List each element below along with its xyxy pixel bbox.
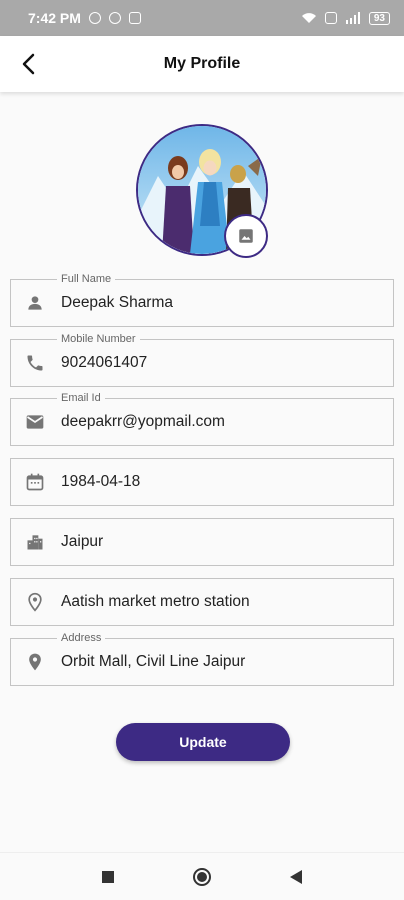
phone-icon [11,340,59,386]
email-icon [11,399,59,445]
city-value: Jaipur [61,533,104,550]
address-field[interactable]: Address Orbit Mall, Civil Line Jaipur [10,631,394,686]
address-value: Orbit Mall, Civil Line Jaipur [61,653,246,670]
back-arrow-icon [22,53,35,75]
page-title: My Profile [163,55,241,72]
status-left: 7:42 PM [28,10,141,26]
avatar-container [136,124,268,258]
system-nav-bar [0,852,404,900]
landmark-value: Aatish market metro station [61,593,250,610]
person-icon [11,280,59,326]
wifi-icon [301,13,316,23]
location-outline-icon [11,579,59,625]
dob-value: 1984-04-18 [61,473,141,490]
battery-indicator: 93 [368,11,390,25]
change-photo-button[interactable] [224,214,268,258]
back-button[interactable] [8,44,48,84]
square-icon [102,870,114,883]
full-name-label: Full Name [57,272,116,286]
calendar-icon [11,459,59,505]
landmark-field[interactable]: Aatish market metro station [10,578,394,626]
recents-button[interactable] [96,865,120,889]
image-icon [239,229,253,243]
full-name-value: Deepak Sharma [61,294,174,311]
location-filled-icon [11,639,59,685]
status-right: 93 [301,11,390,25]
email-value: deepakrr@yopmail.com [61,413,225,430]
mobile-number-value: 9024061407 [61,354,148,371]
signal-icon [345,12,360,24]
full-name-field[interactable]: Full Name Deepak Sharma [10,272,394,327]
data-icon [324,12,337,24]
mobile-number-field[interactable]: Mobile Number 9024061407 [10,332,394,387]
settings-icon [108,12,121,24]
update-button[interactable]: Update [116,723,290,761]
app-bar: My Profile [0,36,404,92]
status-bar: 7:42 PM 93 [0,0,404,36]
home-button[interactable] [190,865,214,889]
mobile-number-label: Mobile Number [57,332,140,346]
email-field[interactable]: Email Id deepakrr@yopmail.com [10,391,394,446]
triangle-back-icon [290,869,302,884]
back-nav-button[interactable] [284,865,308,889]
address-label: Address [57,631,106,645]
city-icon [11,519,59,565]
notification-icon [128,12,141,24]
city-field[interactable]: Jaipur [10,518,394,566]
email-label: Email Id [57,391,105,405]
alarm-icon [88,12,101,24]
circle-icon [193,867,211,886]
status-time: 7:42 PM [28,10,81,26]
dob-field[interactable]: 1984-04-18 [10,458,394,506]
